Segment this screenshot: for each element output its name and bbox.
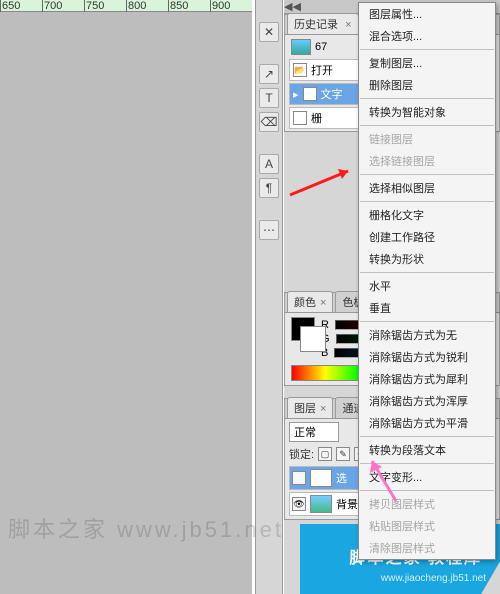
- menu-separator: [360, 272, 494, 273]
- history-thumbnail[interactable]: [291, 39, 311, 55]
- tool-icon[interactable]: ↗: [259, 64, 279, 84]
- menu-separator: [360, 174, 494, 175]
- tab-label: 颜色: [294, 297, 316, 309]
- tool-icon[interactable]: T: [259, 88, 279, 108]
- history-step-icon: [293, 111, 307, 125]
- ruler-mark: 700: [42, 0, 84, 12]
- history-step-icon: 📂: [293, 63, 307, 77]
- watermark-text: 脚本之家 www.jb51.net: [8, 512, 284, 544]
- menu-item[interactable]: 删除图层: [359, 74, 495, 96]
- menu-item[interactable]: 转换为段落文本: [359, 439, 495, 461]
- menu-separator: [360, 321, 494, 322]
- menu-item: 粘贴图层样式: [359, 515, 495, 537]
- history-step-icon: T: [303, 87, 317, 101]
- tool-icon[interactable]: A: [259, 154, 279, 174]
- menu-item: 清除图层样式: [359, 537, 495, 559]
- menu-item: 链接图层: [359, 128, 495, 150]
- history-step-label: 栅: [311, 110, 322, 126]
- menu-item[interactable]: 选择相似图层: [359, 177, 495, 199]
- history-step-label: 文字: [321, 86, 343, 102]
- banner-url: www.jiaocheng.jb51.net: [381, 573, 486, 584]
- tab-layers[interactable]: 图层 ×: [287, 397, 333, 418]
- ruler-mark: 650: [0, 0, 42, 12]
- menu-item[interactable]: 消除锯齿方式为平滑: [359, 412, 495, 434]
- tool-icon[interactable]: ⌫: [259, 112, 279, 132]
- close-icon[interactable]: ×: [320, 403, 326, 415]
- menu-item[interactable]: 消除锯齿方式为犀利: [359, 368, 495, 390]
- menu-separator: [360, 49, 494, 50]
- current-step-icon: ▸: [293, 88, 299, 101]
- menu-separator: [360, 201, 494, 202]
- menu-item[interactable]: 垂直: [359, 297, 495, 319]
- collapsed-tool-strip: ✕ ↗ T ⌫ A ¶ ⋯: [255, 0, 283, 594]
- blend-mode-value: 正常: [294, 427, 316, 439]
- tab-label: 历史记录: [294, 19, 338, 31]
- lock-pixels-icon[interactable]: ✎: [336, 447, 350, 461]
- menu-separator: [360, 490, 494, 491]
- layer-context-menu: 图层属性...混合选项... 复制图层...删除图层转换为智能对象链接图层选择链接…: [358, 2, 496, 560]
- history-count: 67: [315, 41, 327, 53]
- menu-item[interactable]: 创建工作路径: [359, 226, 495, 248]
- close-icon[interactable]: ×: [345, 19, 351, 31]
- blend-mode-dropdown[interactable]: 正常: [289, 422, 339, 442]
- menu-item[interactable]: 消除锯齿方式为无: [359, 324, 495, 346]
- layer-name[interactable]: 选: [336, 470, 347, 486]
- tab-label: 图层: [294, 403, 316, 415]
- menu-separator: [360, 463, 494, 464]
- menu-item[interactable]: 复制图层...: [359, 52, 495, 74]
- ruler-mark: 850: [168, 0, 210, 12]
- history-step-label: 打开: [311, 62, 333, 78]
- menu-item: 拷贝图层样式: [359, 493, 495, 515]
- tab-history[interactable]: 历史记录 ×: [287, 13, 359, 34]
- ruler-mark: 750: [84, 0, 126, 12]
- menu-separator: [360, 125, 494, 126]
- ruler-mark: 900: [210, 0, 252, 12]
- collapse-left-icon[interactable]: ◀◀: [284, 0, 301, 13]
- layer-thumbnail[interactable]: T: [310, 469, 332, 487]
- menu-item[interactable]: 转换为形状: [359, 248, 495, 270]
- menu-item[interactable]: 混合选项...: [359, 25, 495, 47]
- tab-color[interactable]: 颜色 ×: [287, 291, 333, 312]
- horizontal-ruler: 650 700 750 800 850 900: [0, 0, 252, 12]
- menu-item[interactable]: 消除锯齿方式为锐利: [359, 346, 495, 368]
- tool-icon[interactable]: ⋯: [259, 220, 279, 240]
- visibility-icon[interactable]: 👁: [292, 471, 306, 485]
- lock-label: 锁定:: [289, 446, 314, 462]
- menu-item: 选择链接图层: [359, 150, 495, 172]
- foreground-background-swatch[interactable]: [291, 317, 315, 341]
- menu-separator: [360, 98, 494, 99]
- close-icon[interactable]: ×: [320, 297, 326, 309]
- menu-item[interactable]: 文字变形...: [359, 466, 495, 488]
- tool-icon[interactable]: ✕: [259, 22, 279, 42]
- menu-item[interactable]: 栅格化文字: [359, 204, 495, 226]
- menu-item[interactable]: 消除锯齿方式为浑厚: [359, 390, 495, 412]
- tool-icon[interactable]: ¶: [259, 178, 279, 198]
- menu-item[interactable]: 图层属性...: [359, 3, 495, 25]
- layer-name[interactable]: 背景: [336, 496, 358, 512]
- lock-transparent-icon[interactable]: ▢: [318, 447, 332, 461]
- ruler-mark: 800: [126, 0, 168, 12]
- menu-separator: [360, 436, 494, 437]
- layer-thumbnail[interactable]: [310, 495, 332, 513]
- visibility-icon[interactable]: 👁: [292, 497, 306, 511]
- menu-item[interactable]: 转换为智能对象: [359, 101, 495, 123]
- menu-item[interactable]: 水平: [359, 275, 495, 297]
- canvas-area: 650 700 750 800 850 900: [0, 0, 252, 594]
